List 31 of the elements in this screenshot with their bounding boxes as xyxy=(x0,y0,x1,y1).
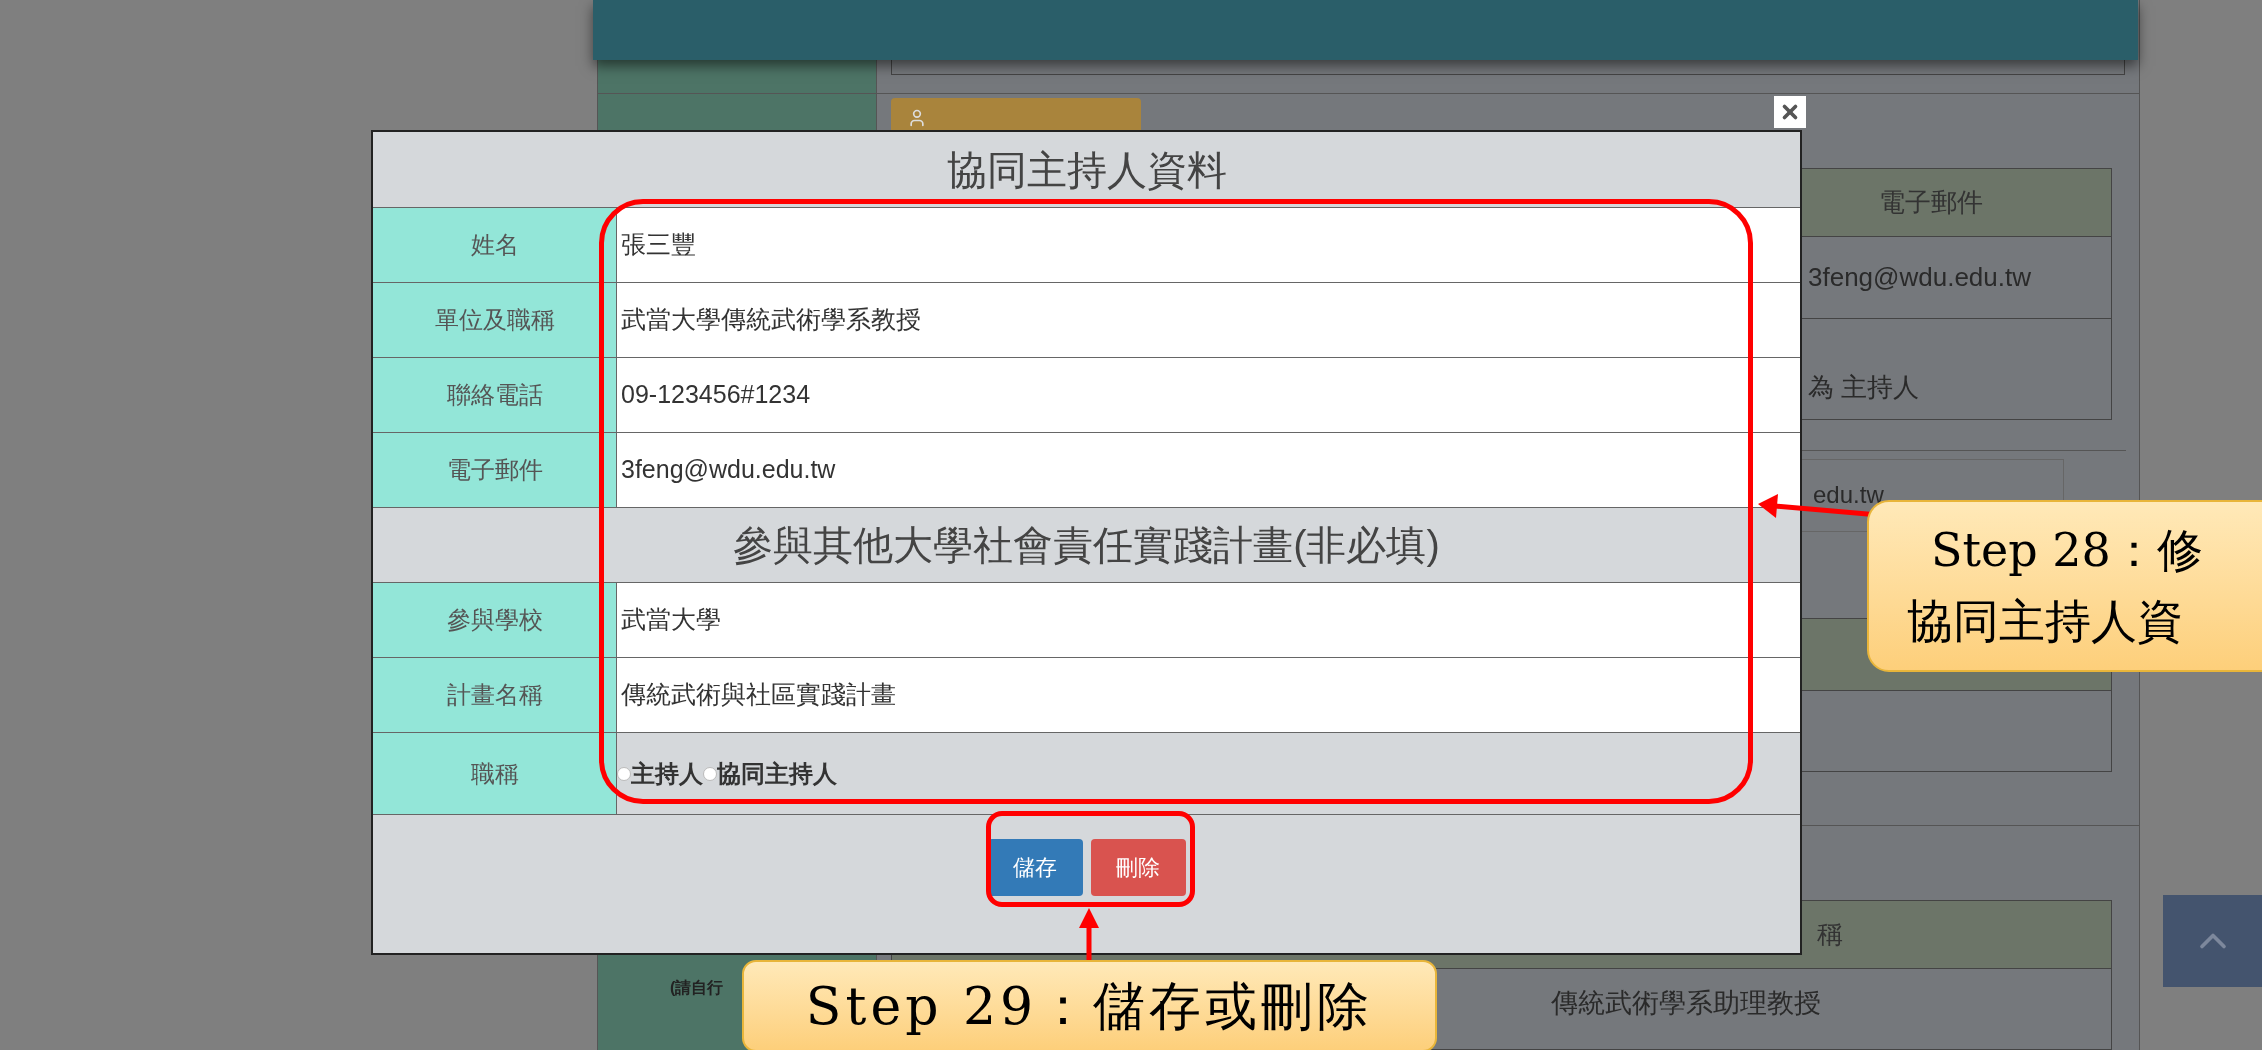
radio-button[interactable] xyxy=(703,766,717,781)
callout-text: 協同主持人資 xyxy=(1907,593,2184,650)
note-text: (請自行 xyxy=(670,978,725,998)
table-cell-text: 3feng@wdu.edu.tw xyxy=(1807,260,2032,294)
table-cell-text: 為 主持人 xyxy=(1807,370,1921,404)
callout-text: Step 28：修 xyxy=(1930,522,2204,579)
radio-option[interactable]: 協同主持人 xyxy=(703,755,837,792)
field-label: 單位及職稱 xyxy=(373,283,617,357)
field-label: 職稱 xyxy=(373,733,617,814)
callout-text: Step 29：儲存或刪除 xyxy=(805,975,1374,1038)
column-header: 稱 xyxy=(1817,918,1843,951)
input-field[interactable]: 武當大學 xyxy=(617,583,1800,657)
arrow xyxy=(1079,908,1099,960)
delete-button[interactable]: 刪除 xyxy=(1090,839,1186,896)
close-button[interactable] xyxy=(1774,96,1806,128)
radio-option[interactable]: 主持人 xyxy=(617,755,703,792)
input-field[interactable]: 3feng@wdu.edu.tw xyxy=(617,433,1800,507)
person-icon xyxy=(907,107,927,128)
scroll-top-button[interactable] xyxy=(2163,895,2262,987)
input-field[interactable]: 傳統武術與社區實踐計畫 xyxy=(617,658,1800,732)
table-cell-text: 傳統武術學系助理教授 xyxy=(1551,987,1821,1020)
column-header: 電子郵件 xyxy=(1878,185,1984,219)
input-field[interactable]: 張三豐 xyxy=(617,208,1800,282)
field-label: 參與學校 xyxy=(373,583,617,657)
field-label: 計畫名稱 xyxy=(373,658,617,732)
input-field[interactable]: 09-123456#1234 xyxy=(617,358,1800,432)
field-label: 電子郵件 xyxy=(373,433,617,507)
field-label: 聯絡電話 xyxy=(373,358,617,432)
field-label: 姓名 xyxy=(373,208,617,282)
input-field[interactable]: 武當大學傳統武術學系教授 xyxy=(617,283,1800,357)
radio-button[interactable] xyxy=(617,766,631,781)
